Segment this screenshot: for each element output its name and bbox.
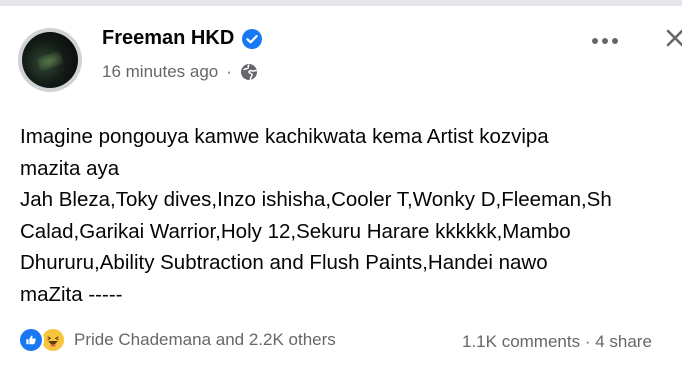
reactions-summary[interactable]: Pride Chademana and 2.2K others: [18, 327, 336, 353]
post-text-line: Calad,Garikai Warrior,Holy 12,Sekuru Har…: [20, 219, 571, 243]
reactions-count-text[interactable]: Pride Chademana and 2.2K others: [74, 330, 336, 350]
comments-shares-text[interactable]: 1.1K comments · 4 share: [462, 332, 652, 352]
meta-separator: ·: [226, 62, 232, 81]
author-avatar[interactable]: [18, 28, 82, 92]
verified-badge-icon: [242, 28, 263, 49]
more-options-icon[interactable]: [588, 28, 622, 54]
post-text-line: Dhururu,Ability Subtraction and Flush Pa…: [20, 251, 548, 274]
globe-icon[interactable]: [240, 63, 258, 81]
post-text-line: Jah Bleza,Toky dives,Inzo ishisha,Cooler…: [20, 188, 612, 211]
post-text-line: maZita -----: [20, 282, 123, 306]
post-text: Imagine pongouya kamwe kachikwata kema A…: [20, 121, 682, 310]
author-name[interactable]: Freeman HKD: [102, 27, 234, 50]
post-timestamp[interactable]: 16 minutes ago: [102, 62, 218, 82]
close-icon[interactable]: [664, 25, 682, 51]
post-text-line: mazita aya: [20, 156, 120, 180]
post-text-line: Imagine pongouya kamwe kachikwata kema A…: [20, 125, 549, 148]
top-divider: [0, 0, 682, 6]
author-header: Freeman HKD: [102, 27, 263, 50]
post-meta: 16 minutes ago ·: [102, 62, 258, 82]
like-reaction-icon: [18, 327, 44, 353]
avatar-image: [22, 32, 78, 88]
